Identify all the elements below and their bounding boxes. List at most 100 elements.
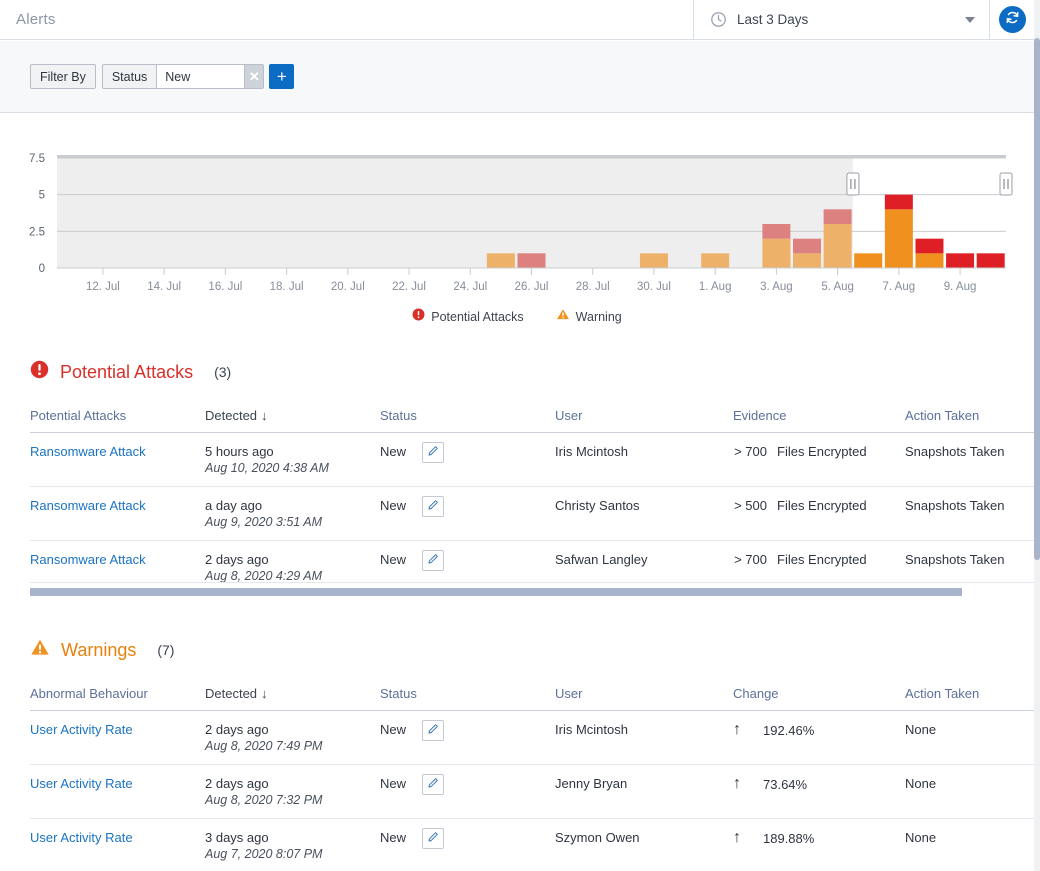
alert-circle-icon [30, 360, 49, 384]
cell-status: New [380, 487, 555, 541]
pencil-icon [427, 831, 439, 846]
filter-by-button[interactable]: Filter By [30, 64, 96, 89]
filter-clear-button[interactable]: ✕ [244, 64, 264, 89]
cell-detected: 5 hours agoAug 10, 2020 4:38 AM [205, 433, 380, 487]
legend-label: Warning [576, 310, 622, 324]
alerts-timeline-chart[interactable]: 02.557.512. Jul14. Jul16. Jul18. Jul20. … [0, 113, 1034, 298]
svg-text:9. Aug: 9. Aug [944, 281, 977, 293]
column-header-action-taken[interactable]: Action Taken [905, 408, 1035, 433]
cell-change: ↑192.46% [733, 711, 905, 765]
column-header-change[interactable]: Change [733, 686, 905, 711]
svg-text:5: 5 [39, 190, 45, 202]
column-header-abnormal-behaviour[interactable]: Abnormal Behaviour [30, 686, 205, 711]
table-row[interactable]: User Activity Rate3 days agoAug 7, 2020 … [30, 819, 1035, 871]
filter-value-input[interactable]: New [156, 64, 244, 89]
column-header-detected[interactable]: Detected↓ [205, 686, 380, 711]
edit-status-button[interactable] [422, 774, 444, 795]
page-scrollbar[interactable] [1034, 0, 1040, 871]
cell-detected: 2 days agoAug 8, 2020 7:32 PM [205, 765, 380, 819]
cell-evidence: > 700Files Encrypted [733, 433, 905, 487]
filter-bar: Filter By Status New ✕ + [0, 41, 1034, 113]
svg-text:1. Aug: 1. Aug [699, 281, 732, 293]
cell-behaviour-name: User Activity Rate [30, 819, 205, 871]
cell-status: New [380, 819, 555, 871]
cell-action-taken: Snapshots Taken [905, 487, 1035, 541]
detected-relative: a day ago [205, 498, 380, 513]
behaviour-name-link[interactable]: User Activity Rate [30, 722, 133, 737]
cell-user: Iris Mcintosh [555, 711, 733, 765]
evidence-label: Files Encrypted [777, 498, 867, 513]
refresh-button-wrap [990, 0, 1034, 39]
column-header-status[interactable]: Status [380, 408, 555, 433]
behaviour-name-link[interactable]: User Activity Rate [30, 776, 133, 791]
warnings-table: Abnormal Behaviour Detected↓ Status User… [30, 686, 1035, 871]
page-scrollbar-thumb[interactable] [1034, 38, 1040, 560]
refresh-button[interactable] [999, 6, 1026, 33]
cell-user: Jenny Bryan [555, 765, 733, 819]
arrow-up-icon: ↑ [733, 776, 741, 792]
clock-icon [710, 11, 727, 28]
arrow-up-icon: ↑ [733, 830, 741, 846]
status-badge: New [380, 444, 406, 459]
detected-relative: 2 days ago [205, 722, 380, 737]
column-header-potential-attacks[interactable]: Potential Attacks [30, 408, 205, 433]
column-header-detected[interactable]: Detected↓ [205, 408, 380, 433]
evidence-count: > 700 [733, 552, 777, 567]
chevron-down-icon [965, 17, 975, 23]
add-filter-button[interactable]: + [269, 64, 294, 89]
svg-text:26. Jul: 26. Jul [515, 281, 549, 293]
detected-absolute: Aug 8, 2020 7:49 PM [205, 739, 380, 753]
column-header-action-taken[interactable]: Action Taken [905, 686, 1035, 711]
column-header-status[interactable]: Status [380, 686, 555, 711]
table-row[interactable]: Ransomware Attacka day agoAug 9, 2020 3:… [30, 487, 1035, 541]
detected-absolute: Aug 10, 2020 4:38 AM [205, 461, 380, 475]
column-header-evidence[interactable]: Evidence [733, 408, 905, 433]
navigator-handle-icon[interactable] [847, 173, 859, 195]
refresh-icon [1005, 10, 1020, 30]
edit-status-button[interactable] [422, 442, 444, 463]
date-range-picker[interactable]: Last 3 Days [694, 0, 990, 39]
cell-status: New [380, 711, 555, 765]
attack-name-link[interactable]: Ransomware Attack [30, 498, 146, 513]
pencil-icon [427, 723, 439, 738]
potential-attacks-table: Potential Attacks Detected↓ Status User … [30, 408, 1035, 594]
cell-detected: 2 days ago Aug 8, 2020 7:49 PM [205, 711, 380, 765]
cell-action-taken: None [905, 765, 1035, 819]
svg-text:7. Aug: 7. Aug [883, 281, 916, 293]
svg-text:7.5: 7.5 [29, 153, 45, 165]
navigator-handle-icon[interactable] [1000, 173, 1012, 195]
filter-field-label[interactable]: Status [102, 64, 156, 89]
behaviour-name-link[interactable]: User Activity Rate [30, 830, 133, 845]
edit-status-button[interactable] [422, 496, 444, 517]
column-header-user[interactable]: User [555, 686, 733, 711]
table-row[interactable]: User Activity Rate 2 days agoAug 8, 2020 … [30, 765, 1035, 819]
section-count: (3) [214, 364, 231, 380]
warnings-section: Warnings (7) Abnormal Behaviour Detected… [0, 638, 1034, 871]
legend-item-potential-attacks[interactable]: Potential Attacks [412, 308, 523, 326]
edit-status-button[interactable] [422, 828, 444, 849]
attack-name-link[interactable]: Ransomware Attack [30, 444, 146, 459]
table-row[interactable]: Ransomware Attack 5 hours agoAug 10, 2020… [30, 433, 1035, 487]
app-header: Alerts Last 3 Days [0, 0, 1034, 40]
section-count: (7) [157, 642, 174, 658]
chart-legend: Potential Attacks Warning [0, 308, 1034, 326]
cell-attack-name: Ransomware Attack [30, 433, 205, 487]
pencil-icon [427, 777, 439, 792]
cell-action-taken: None [905, 819, 1035, 871]
edit-status-button[interactable] [422, 720, 444, 741]
table-row[interactable]: User Activity Rate 2 days ago Aug 8, 2020 … [30, 711, 1035, 765]
cell-status: New [380, 765, 555, 819]
column-header-user[interactable]: User [555, 408, 733, 433]
table-horizontal-scrollbar[interactable] [30, 582, 1035, 598]
edit-status-button[interactable] [422, 550, 444, 571]
potential-attacks-rows: Ransomware Attack 5 hours agoAug 10, 2020… [30, 433, 1035, 595]
scrollbar-thumb[interactable] [30, 588, 962, 596]
cell-behaviour-name: User Activity Rate [30, 765, 205, 819]
attack-name-link[interactable]: Ransomware Attack [30, 552, 146, 567]
status-badge: New [380, 776, 406, 791]
evidence-count: > 700 [733, 444, 777, 459]
detected-absolute: Aug 8, 2020 4:29 AM [205, 569, 380, 583]
status-badge: New [380, 722, 406, 737]
legend-item-warning[interactable]: Warning [556, 308, 622, 326]
section-title: Warnings [61, 640, 136, 661]
